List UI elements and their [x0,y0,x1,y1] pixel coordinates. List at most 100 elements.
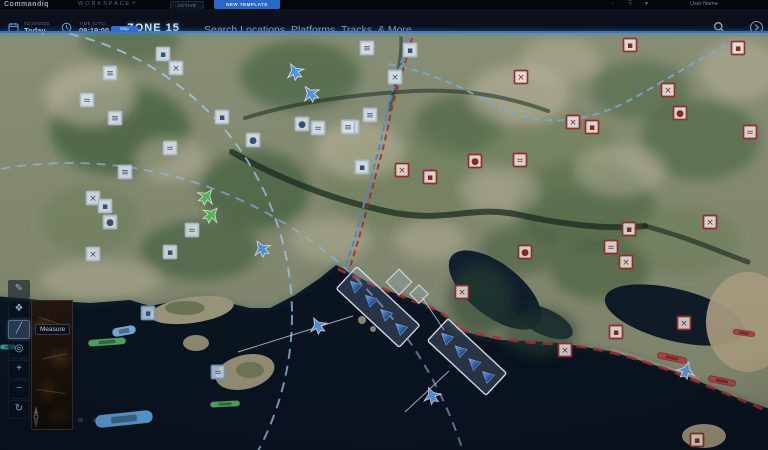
shapes-tool-button[interactable]: ❖ [8,300,30,319]
unit-marker-hostile[interactable]: = [514,154,527,167]
unit-marker-hostile[interactable]: × [567,116,580,129]
unit-marker-hostile[interactable]: = [744,126,757,139]
unit-symbol: × [391,73,399,83]
unit-marker-friendly[interactable]: × [389,71,402,84]
unit-marker-hostile[interactable]: × [456,286,469,299]
map-area[interactable]: ≡▪×=≡▪●=≡×▪●=×▪≡▪×≡=▪●=≡×▪×●=×▪×▪=×●×▪●×… [0,0,768,450]
unit-marker-friendly[interactable]: ▪ [404,44,417,57]
unit-marker-hostile[interactable]: ▪ [624,39,637,52]
unit-marker-hostile[interactable]: × [678,317,691,330]
unit-symbol: ▪ [102,202,108,212]
unit-marker-friendly[interactable]: = [312,122,325,135]
new-template-button[interactable]: NEW TEMPLATE [214,0,280,9]
bell-icon[interactable]: ◦ [612,0,614,9]
unit-marker-hostile[interactable]: ▪ [691,434,704,447]
map-toolbar: ✎❖╱◎+−↻ [8,280,30,419]
unit-marker-friendly[interactable]: ≡ [104,67,117,80]
unit-symbol: × [89,250,97,260]
unit-symbol: ● [298,120,306,130]
unit-marker-friendly[interactable]: = [81,94,94,107]
unit-marker-hostile[interactable]: ● [469,155,482,168]
unit-marker-hostile[interactable]: × [704,216,717,229]
unit-marker-hostile[interactable]: × [662,84,675,97]
apps-grid-icon[interactable]: ⠿ [628,0,632,9]
unit-symbol: ● [249,136,257,146]
unit-marker-naval[interactable]: ▪ [142,307,155,320]
unit-symbol: × [89,194,97,204]
map-attribution-mark [78,418,83,422]
unit-symbol: ≡ [344,123,352,133]
unit-marker-friendly[interactable]: ≡ [361,42,374,55]
unit-marker-friendly[interactable]: ● [296,118,309,131]
unit-symbol: ● [471,157,479,167]
unit-symbol: × [706,218,714,228]
unit-marker-friendly[interactable]: ≡ [364,109,377,122]
unit-symbol: ▪ [694,436,700,446]
unit-symbol: × [664,86,672,96]
unit-marker-friendly[interactable]: ▪ [157,48,170,61]
unit-symbol: ≡ [363,44,371,54]
unit-symbol: ▪ [219,113,225,123]
unit-marker-friendly[interactable]: = [164,142,177,155]
unit-symbol: ▪ [613,328,619,338]
search-input[interactable] [202,21,506,39]
unit-marker-hostile[interactable]: ▪ [732,42,745,55]
unit-marker-hostile[interactable]: ● [519,246,532,259]
unit-marker-hostile[interactable]: × [559,344,572,357]
unit-marker-hostile[interactable]: ● [674,107,687,120]
user-menu[interactable]: User Name [690,0,718,9]
unit-symbol: × [680,319,688,329]
reset-tool-button[interactable]: ↻ [8,400,30,419]
unit-marker-friendly[interactable]: × [170,62,183,75]
unit-marker-friendly[interactable]: ● [247,134,260,147]
unit-symbol: = [188,226,196,236]
unit-symbol: = [83,96,91,106]
unit-marker-hostile[interactable]: ▪ [623,223,636,236]
zoom-out-tool-button[interactable]: − [8,380,30,399]
unit-symbol: × [517,73,525,83]
unit-marker-friendly[interactable]: = [186,224,199,237]
unit-marker-friendly[interactable]: ≡ [109,112,122,125]
unit-marker-friendly[interactable]: ● [104,216,117,229]
workspace-tab[interactable]: WORKSPACE [78,0,131,9]
unit-symbol: ▪ [735,44,741,54]
unit-symbol: = [746,128,754,138]
unit-marker-hostile[interactable]: × [396,164,409,177]
unit-symbol: ▪ [589,123,595,133]
unit-symbol: ● [676,109,684,119]
unit-marker-friendly[interactable]: × [87,248,100,261]
locate-tool-button[interactable]: ◎ [8,340,30,359]
unit-marker-hostile[interactable]: ▪ [586,121,599,134]
unit-marker-hostile[interactable]: ▪ [424,171,437,184]
unit-marker-naval[interactable]: = [212,366,225,379]
minimap-road [36,389,66,394]
minimap-road [42,354,66,360]
unit-symbol: × [622,258,630,268]
title-bar: Commandiq WORKSPACE + ACTIVE NEW TEMPLAT… [0,0,768,9]
draw-tool-button[interactable]: ✎ [8,280,30,299]
unit-marker-friendly[interactable]: ▪ [164,246,177,259]
unit-symbol: ▪ [626,225,632,235]
unit-symbol: ≡ [121,168,129,178]
unit-marker-hostile[interactable]: × [620,256,633,269]
zoom-in-tool-button[interactable]: + [8,360,30,379]
measure-tool-button[interactable]: ╱ [8,320,30,339]
unit-marker-friendly[interactable]: × [87,192,100,205]
unit-marker-friendly[interactable]: ▪ [99,200,112,213]
unit-marker-friendly[interactable]: ≡ [342,121,355,134]
unit-marker-hostile[interactable]: ▪ [610,326,623,339]
unit-symbol: = [166,144,174,154]
unit-symbol: ≡ [366,111,374,121]
add-workspace-button[interactable]: + [132,0,136,9]
ship-track[interactable] [210,400,240,408]
unit-marker-friendly[interactable]: ▪ [356,161,369,174]
unit-symbol: = [214,368,222,378]
map-canvas[interactable]: ≡▪×=≡▪●=≡×▪●=×▪≡▪×≡=▪●=≡×▪×●=×▪×▪=×●×▪●×… [0,0,768,450]
map-tab[interactable]: Map [111,26,138,32]
unit-marker-friendly[interactable]: ▪ [216,111,229,124]
unit-marker-friendly[interactable]: ≡ [119,166,132,179]
unit-marker-hostile[interactable]: = [605,241,618,254]
unit-marker-hostile[interactable]: × [515,71,528,84]
chevron-down-icon[interactable]: ▾ [645,0,648,9]
unit-symbol: ● [106,218,114,228]
